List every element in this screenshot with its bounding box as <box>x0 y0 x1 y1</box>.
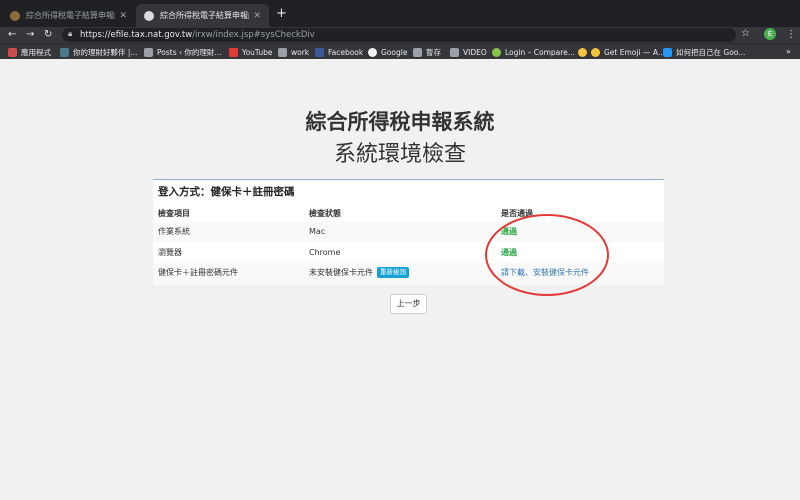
new-tab-button[interactable]: + <box>276 6 287 21</box>
bookmark-label: Get Emoji — A... <box>604 47 665 57</box>
bookmark-emoji[interactable]: Get Emoji — A... <box>578 44 665 60</box>
bookmark-label: VIDEO <box>463 47 487 57</box>
url-path: /irxw/index.jsp#sysCheckDiv <box>192 30 315 40</box>
bookmark-google[interactable]: Google <box>368 44 407 60</box>
bookmark-apps[interactable]: 應用程式 <box>8 44 51 60</box>
bookmark-posts[interactable]: Posts ‹ 你的理財... <box>144 44 222 60</box>
emoji-icon <box>578 47 587 57</box>
site-icon <box>60 47 69 57</box>
page-title: 綜合所得稅申報系統 <box>305 110 495 134</box>
browser-tab-1[interactable]: 綜合所得稅電子結算申報繳稅-系 ✕ <box>2 4 135 27</box>
check-item: 作業系統 <box>158 227 190 236</box>
bookmark-google-howto[interactable]: 如何把自己在 Goo... <box>663 44 745 60</box>
check-status-cell: 未安裝健保卡元件 重新檢測 <box>309 263 409 283</box>
tab-title: 綜合所得稅電子結算申報繳稅系 <box>160 11 249 20</box>
close-tab-icon[interactable]: ✕ <box>119 11 127 21</box>
check-status: 未安裝健保卡元件 <box>309 268 373 277</box>
bookmark-label: 應用程式 <box>21 47 51 57</box>
apps-grid-icon <box>8 47 17 57</box>
bookmark-label: 你的理財好夥伴 |... <box>73 47 138 57</box>
bookmarks-bar: 應用程式 你的理財好夥伴 |... Posts ‹ 你的理財... YouTub… <box>0 43 800 59</box>
tab-title: 綜合所得稅電子結算申報繳稅-系 <box>26 11 115 20</box>
bookmark-label: work <box>291 47 310 57</box>
bookmark-work[interactable]: work <box>278 44 309 60</box>
facebook-icon <box>315 47 324 57</box>
bookmark-label: Login – Compare... <box>505 47 575 57</box>
bookmark-login[interactable]: Login – Compare... <box>492 44 575 60</box>
back-button[interactable]: 上一步 <box>390 294 427 314</box>
folder-icon <box>278 47 287 57</box>
back-arrow-icon[interactable]: ← <box>8 27 16 43</box>
tax-favicon-icon <box>10 10 20 21</box>
site-icon <box>492 47 501 57</box>
bookmark-icon <box>663 47 672 57</box>
bookmark-finance[interactable]: 你的理財好夥伴 |... <box>60 44 138 60</box>
url-host: https://efile.tax.nat.gov.tw <box>80 30 193 40</box>
emoji-icon <box>591 47 600 57</box>
url-text[interactable]: https://efile.tax.nat.gov.tw/irxw/index.… <box>80 28 315 42</box>
bookmark-star-icon[interactable]: ☆ <box>741 28 750 39</box>
tab-strip: 綜合所得稅電子結算申報繳稅-系 ✕ 綜合所得稅電子結算申報繳稅系 ✕ + <box>0 0 800 27</box>
check-status: Chrome <box>309 248 341 257</box>
bookmark-label: Google <box>381 47 408 57</box>
column-header-item: 檢查項目 <box>158 209 190 218</box>
lock-icon[interactable]: 🔒︎ <box>68 29 72 39</box>
folder-icon <box>413 47 422 57</box>
check-status: Mac <box>309 227 326 236</box>
check-item: 健保卡＋註冊密碼元件 <box>158 268 238 277</box>
redetect-button[interactable]: 重新檢測 <box>377 267 409 278</box>
reload-icon[interactable]: ↻ <box>44 27 52 43</box>
bookmark-label: Facebook <box>328 47 364 57</box>
profile-avatar[interactable]: E <box>764 28 776 40</box>
folder-icon <box>450 47 459 57</box>
bookmark-label: YouTube <box>242 47 273 57</box>
youtube-icon <box>229 47 238 57</box>
bookmark-youtube[interactable]: YouTube <box>229 44 273 60</box>
red-highlight-circle <box>485 214 609 296</box>
google-icon <box>368 47 377 57</box>
globe-icon <box>144 10 154 21</box>
bookmark-facebook[interactable]: Facebook <box>315 44 363 60</box>
bookmark-label: 如何把自己在 Goo... <box>676 47 746 57</box>
column-header-status: 檢查狀態 <box>309 209 341 218</box>
blog-icon <box>144 47 153 57</box>
bookmark-temp[interactable]: 暫存 <box>413 44 441 60</box>
login-method-heading: 登入方式：健保卡＋註冊密碼 <box>158 186 295 198</box>
bookmark-video[interactable]: VIDEO <box>450 44 487 60</box>
close-tab-icon[interactable]: ✕ <box>253 11 261 21</box>
table-header-row: 檢查項目 檢查狀態 是否通過 <box>153 204 664 224</box>
page-subtitle: 系統環境檢查 <box>333 142 466 167</box>
browser-toolbar: ← → ↻ 🔒︎ https://efile.tax.nat.gov.tw/ir… <box>0 27 800 43</box>
bookmark-label: 暫存 <box>426 47 441 57</box>
check-item: 瀏覽器 <box>158 248 182 257</box>
bookmarks-overflow-icon[interactable]: » <box>786 44 791 60</box>
forward-arrow-icon[interactable]: → <box>26 27 34 43</box>
bookmark-label: Posts ‹ 你的理財... <box>157 47 222 57</box>
browser-tab-2[interactable]: 綜合所得稅電子結算申報繳稅系 ✕ <box>136 4 269 27</box>
kebab-menu-icon[interactable]: ⋮ <box>786 27 796 43</box>
